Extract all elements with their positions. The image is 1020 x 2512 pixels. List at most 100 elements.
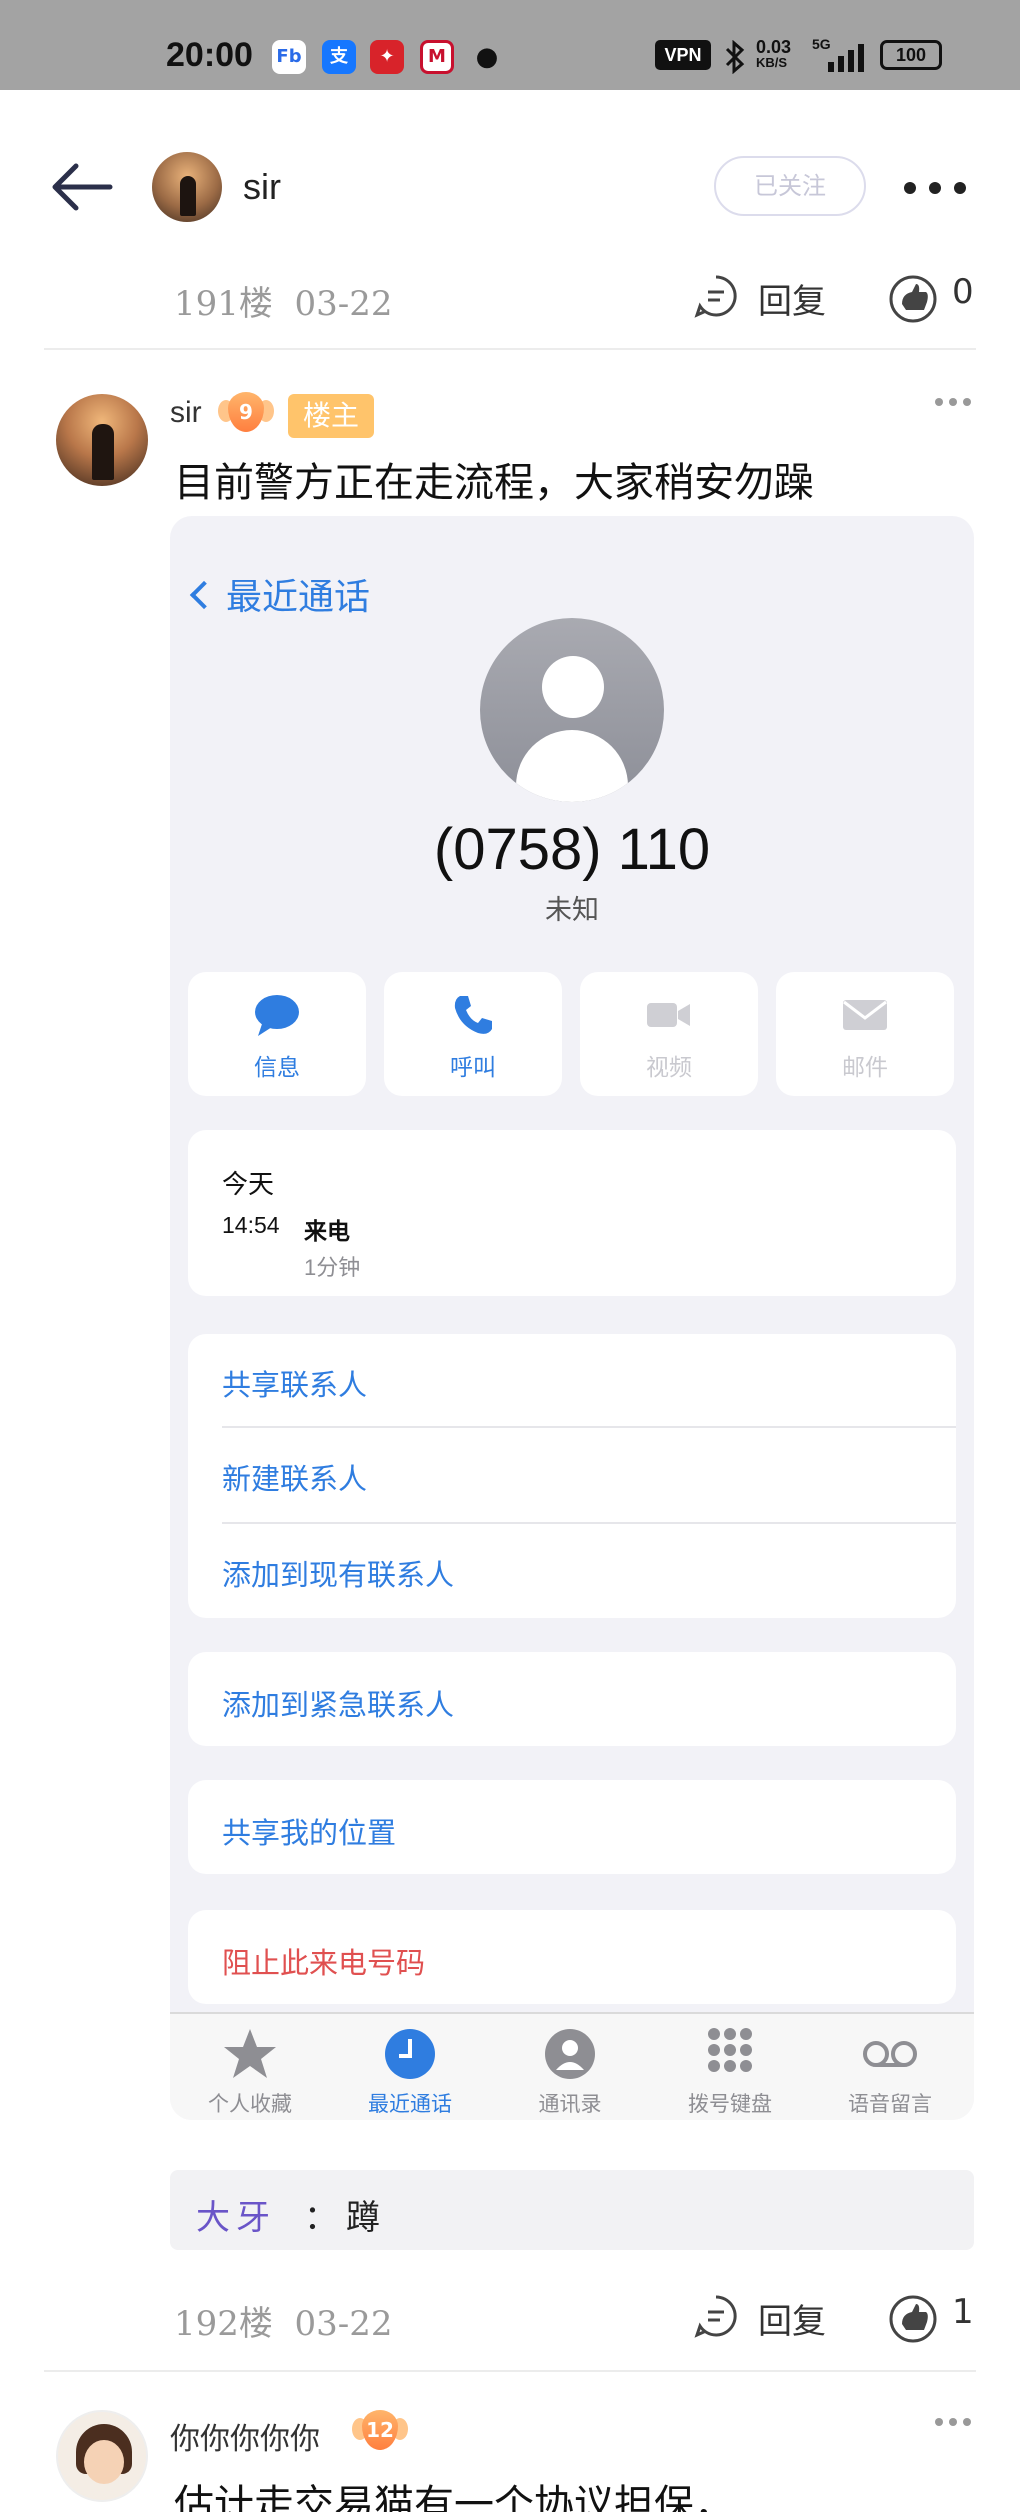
floor-meta-192: 192楼 03-22 回复 1 — [0, 2288, 1020, 2348]
share-location-option: 共享我的位置 — [222, 1818, 397, 1850]
level-number: 9 — [228, 392, 264, 432]
reply-icon[interactable] — [694, 274, 738, 318]
floor-number: 192楼 03-22 — [174, 2296, 393, 2345]
action-message: 信息 — [188, 972, 366, 1096]
post-username[interactable]: sir — [170, 396, 202, 430]
chevron-left-icon — [189, 580, 219, 610]
tab-label: 拨号键盘 — [688, 2093, 772, 2116]
floor-date: 03-22 — [294, 2304, 393, 2344]
keypad-icon — [708, 2028, 752, 2072]
header-username[interactable]: sir — [243, 166, 281, 208]
tab-voicemail: 语音留言 — [810, 2022, 970, 2120]
video-icon — [647, 1003, 690, 1027]
net-speed-value: 0.03 — [756, 37, 792, 57]
call-history-card: 今天 14:54 来电 1分钟 — [188, 1130, 956, 1296]
tab-label: 语音留言 — [848, 2093, 932, 2116]
ios-back-label: 最近通话 — [226, 576, 371, 617]
floor-meta-191: 191楼 03-22 回复 0 — [0, 268, 1020, 328]
post-more-icon[interactable] — [935, 398, 975, 408]
like-count: 1 — [952, 2292, 974, 2332]
floor-number: 191楼 03-22 — [174, 276, 393, 325]
location-card: 共享我的位置 — [188, 1780, 956, 1874]
history-day: 今天 — [222, 1169, 275, 1199]
net-speed: 0.03 KB/S — [756, 38, 791, 70]
contacts-icon — [545, 2029, 595, 2079]
reply-button[interactable]: 回复 — [758, 274, 826, 323]
net-speed-unit: KB/S — [756, 55, 788, 70]
divider — [44, 348, 976, 350]
separator — [222, 1426, 956, 1428]
mail-icon — [843, 1000, 887, 1030]
app-dot-icon: ● — [475, 42, 499, 72]
floor-date: 03-22 — [294, 284, 393, 324]
add-existing-option: 添加到现有联系人 — [222, 1560, 455, 1592]
sub-reply[interactable]: 大牙 ： 蹲 — [170, 2170, 974, 2250]
back-arrow-icon[interactable] — [50, 160, 114, 214]
history-time: 14:54 — [222, 1212, 280, 1238]
post-more-icon[interactable] — [935, 2418, 975, 2428]
history-type: 来电 — [304, 1218, 350, 1244]
signal-icon — [828, 44, 864, 72]
vpn-icon: VPN — [655, 40, 711, 70]
emergency-card: 添加到紧急联系人 — [188, 1652, 956, 1746]
level-badge: 12 — [352, 2408, 408, 2454]
tab-favorites: 个人收藏 — [170, 2022, 330, 2120]
sub-reply-username[interactable]: 大牙 — [196, 2190, 276, 2239]
post2-avatar[interactable] — [56, 2410, 148, 2502]
alipay-icon: 支 — [322, 40, 356, 74]
phone-icon — [454, 996, 492, 1034]
action-label: 呼叫 — [450, 1054, 496, 1080]
post-text: 目前警方正在走流程，大家稍安勿躁 — [174, 460, 814, 506]
merchants-bank-icon: M — [420, 40, 454, 74]
tab-contacts: 通讯录 — [490, 2022, 650, 2120]
action-label: 视频 — [646, 1054, 692, 1080]
separator — [222, 1522, 956, 1524]
contact-options-card: 共享联系人 新建联系人 添加到现有联系人 — [188, 1334, 956, 1618]
status-bar: 20:00 Fb 支 ✦ M ● VPN 0.03 KB/S 5G 100 — [0, 0, 1020, 90]
ios-back-link: 最近通话 — [188, 568, 370, 620]
voicemail-icon — [863, 2041, 917, 2067]
like-count: 0 — [952, 272, 974, 312]
star-icon — [224, 2029, 276, 2078]
floor-label: 192楼 — [174, 2304, 273, 2344]
sub-reply-colon: ： — [304, 2198, 338, 2238]
message-icon — [255, 995, 299, 1036]
action-video: 视频 — [580, 972, 758, 1096]
sub-reply-text: 蹲 — [346, 2198, 380, 2238]
tab-label: 个人收藏 — [208, 2093, 292, 2116]
reply-button[interactable]: 回复 — [758, 2294, 826, 2343]
like-icon[interactable] — [888, 274, 938, 324]
tab-keypad: 拨号键盘 — [650, 2022, 810, 2120]
block-card: 阻止此来电号码 — [188, 1910, 956, 2004]
block-caller-option: 阻止此来电号码 — [222, 1948, 426, 1980]
more-options-icon[interactable] — [900, 176, 970, 196]
header-avatar[interactable] — [152, 152, 222, 222]
reply-icon[interactable] — [694, 2294, 738, 2338]
battery-indicator: 100 — [880, 40, 942, 70]
call-screenshot-image[interactable]: 最近通话 (0758) 110 未知 信息 呼叫 视频 邮件 今天 14:54 … — [170, 516, 974, 2120]
post2-username[interactable]: 你你你你你 — [170, 2414, 320, 2458]
host-tag: 楼主 — [288, 394, 374, 438]
divider — [44, 2370, 976, 2372]
tab-recents: 最近通话 — [330, 2022, 490, 2120]
phone-number: (0758) 110 — [433, 817, 711, 882]
share-contact-option: 共享联系人 — [222, 1370, 368, 1402]
app-notification-icon: Fb — [272, 40, 306, 74]
post-avatar[interactable] — [56, 394, 148, 486]
emergency-contact-option: 添加到紧急联系人 — [222, 1690, 455, 1722]
post2-text: 估计走交易猫有一个协议担保， — [174, 2482, 734, 2512]
action-call: 呼叫 — [384, 972, 562, 1096]
status-time: 20:00 — [166, 36, 253, 74]
action-label: 信息 — [254, 1054, 300, 1080]
bluetooth-icon — [725, 40, 745, 74]
contact-avatar-icon — [480, 618, 664, 802]
floor-label: 191楼 — [174, 284, 273, 324]
ios-tab-bar: 个人收藏 最近通话 通讯录 拨号键盘 语音留言 — [170, 2012, 974, 2120]
level-badge: 9 — [218, 390, 274, 436]
action-mail: 邮件 — [776, 972, 954, 1096]
like-icon[interactable] — [888, 2294, 938, 2344]
new-contact-option: 新建联系人 — [222, 1464, 368, 1496]
action-label: 邮件 — [842, 1054, 888, 1080]
follow-button[interactable]: 已关注 — [714, 156, 866, 216]
history-duration: 1分钟 — [304, 1255, 361, 1280]
